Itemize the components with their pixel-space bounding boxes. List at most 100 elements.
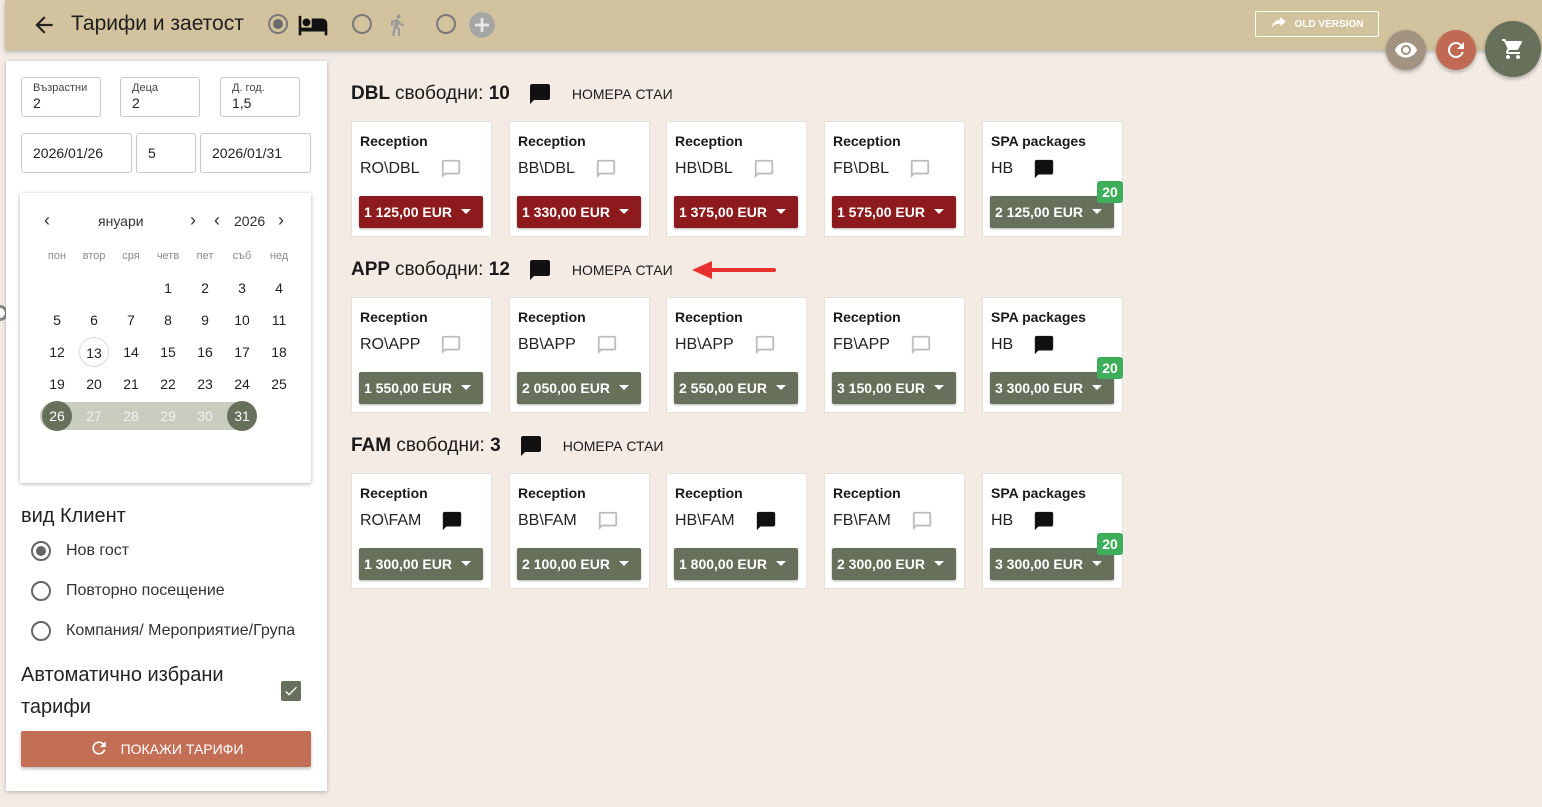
year-label[interactable]: 2026 <box>234 213 265 229</box>
message-outline-icon[interactable] <box>743 158 775 180</box>
calendar-day[interactable]: 28 <box>116 401 146 431</box>
calendar-day[interactable]: 19 <box>42 369 72 399</box>
calendar-day[interactable]: 20 <box>79 369 109 399</box>
calendar-day[interactable]: 10 <box>227 305 257 335</box>
calendar-day[interactable]: 9 <box>190 305 220 335</box>
calendar-day[interactable]: 14 <box>116 337 146 367</box>
calendar-day[interactable]: 2 <box>190 273 220 303</box>
calendar-day[interactable]: 12 <box>42 337 72 367</box>
room-numbers-link[interactable]: НОМЕРА СТАИ <box>572 86 673 102</box>
calendar-day[interactable]: 22 <box>153 369 183 399</box>
cart-icon[interactable] <box>1485 21 1541 77</box>
message-icon[interactable] <box>1023 334 1055 356</box>
price-dropdown-button[interactable]: 1 550,00 EUR <box>359 372 483 404</box>
calendar-day[interactable]: 5 <box>42 305 72 335</box>
tariff-code: HB\APP <box>675 336 734 353</box>
message-icon[interactable] <box>1023 158 1055 180</box>
price-dropdown-button[interactable]: 1 575,00 EUR <box>832 196 956 228</box>
radio-circle[interactable] <box>31 581 51 601</box>
date-to-field[interactable]: 2026/01/31 <box>200 133 311 173</box>
calendar-day[interactable]: 16 <box>190 337 220 367</box>
message-outline-icon[interactable] <box>744 334 776 356</box>
calendar-day[interactable]: 17 <box>227 337 257 367</box>
back-arrow-icon[interactable] <box>31 12 57 38</box>
mode-radio-bed[interactable] <box>268 14 288 34</box>
show-tariffs-button[interactable]: ПОКАЖИ ТАРИФИ <box>21 731 311 767</box>
children-field[interactable]: Деца 2 <box>120 77 200 117</box>
price-dropdown-button[interactable]: 2 050,00 EUR <box>517 372 641 404</box>
price-dropdown-button[interactable]: 1 125,00 EUR <box>359 196 483 228</box>
auto-tariffs-checkbox[interactable] <box>281 681 301 701</box>
calendar-day[interactable]: 11 <box>264 305 294 335</box>
mode-radio-walk[interactable] <box>352 14 372 34</box>
price-dropdown-button[interactable]: 1 300,00 EUR <box>359 548 483 580</box>
room-numbers-link[interactable]: НОМЕРА СТАИ <box>563 438 664 454</box>
adults-field[interactable]: Възрастни 2 <box>21 77 101 117</box>
child-age-field[interactable]: Д. год. 1,5 <box>220 77 300 117</box>
tariff-code: HB <box>991 160 1014 177</box>
tariff-channel: Reception <box>675 133 743 149</box>
radio-circle[interactable] <box>31 541 51 561</box>
mode-radio-add[interactable] <box>436 14 456 34</box>
message-icon[interactable] <box>528 82 552 106</box>
room-numbers-link[interactable]: НОМЕРА СТАИ <box>572 262 673 278</box>
calendar-day[interactable]: 15 <box>153 337 183 367</box>
calendar-day[interactable]: 21 <box>116 369 146 399</box>
price-dropdown-button[interactable]: 3 300,00 EUR <box>990 548 1114 580</box>
message-outline-icon[interactable] <box>587 510 619 532</box>
price-dropdown-button[interactable]: 3 300,00 EUR <box>990 372 1114 404</box>
nights-field[interactable]: 5 <box>136 133 196 173</box>
calendar-day[interactable]: 25 <box>264 369 294 399</box>
price-dropdown-button[interactable]: 2 100,00 EUR <box>517 548 641 580</box>
calendar-day[interactable]: 6 <box>79 305 109 335</box>
price-dropdown-button[interactable]: 1 375,00 EUR <box>674 196 798 228</box>
refresh-icon[interactable] <box>1436 30 1476 70</box>
message-icon[interactable] <box>1023 510 1055 532</box>
month-label[interactable]: януари <box>98 213 144 229</box>
message-icon[interactable] <box>519 434 543 458</box>
prev-year-button[interactable]: ‹ <box>214 210 220 231</box>
calendar-day[interactable]: 24 <box>227 369 257 399</box>
message-outline-icon[interactable] <box>585 158 617 180</box>
client-type-radio[interactable]: Компания/ Мероприятие/Група <box>31 620 295 642</box>
message-outline-icon[interactable] <box>430 334 462 356</box>
calendar-day[interactable]: 13 <box>79 337 109 367</box>
calendar-day[interactable]: 26 <box>42 401 72 431</box>
calendar-day[interactable]: 30 <box>190 401 220 431</box>
calendar-day[interactable]: 3 <box>227 273 257 303</box>
next-month-button[interactable]: › <box>190 210 196 231</box>
prev-month-button[interactable]: ‹ <box>44 210 50 231</box>
price-dropdown-button[interactable]: 2 125,00 EUR <box>990 196 1114 228</box>
message-outline-icon[interactable] <box>899 158 931 180</box>
calendar-day[interactable]: 1 <box>153 273 183 303</box>
calendar-day[interactable]: 27 <box>79 401 109 431</box>
calendar-day[interactable]: 7 <box>116 305 146 335</box>
radio-circle[interactable] <box>31 621 51 641</box>
price-dropdown-button[interactable]: 1 330,00 EUR <box>517 196 641 228</box>
price-dropdown-button[interactable]: 2 300,00 EUR <box>832 548 956 580</box>
client-type-radio[interactable]: Повторно посещение <box>31 580 225 602</box>
next-year-button[interactable]: › <box>278 210 284 231</box>
price-dropdown-button[interactable]: 3 150,00 EUR <box>832 372 956 404</box>
old-version-button[interactable]: OLD VERSION <box>1255 11 1379 37</box>
price-dropdown-button[interactable]: 2 550,00 EUR <box>674 372 798 404</box>
calendar-day[interactable]: 29 <box>153 401 183 431</box>
date-from-field[interactable]: 2026/01/26 <box>21 133 132 173</box>
eye-icon[interactable] <box>1386 30 1426 70</box>
price-dropdown-button[interactable]: 1 800,00 EUR <box>674 548 798 580</box>
count-badge: 20 <box>1097 181 1123 203</box>
calendar-day[interactable]: 8 <box>153 305 183 335</box>
message-outline-icon[interactable] <box>901 510 933 532</box>
calendar-day[interactable]: 4 <box>264 273 294 303</box>
calendar-day[interactable]: 18 <box>264 337 294 367</box>
message-outline-icon[interactable] <box>586 334 618 356</box>
calendar-day[interactable]: 31 <box>227 401 257 431</box>
calendar-day[interactable]: 23 <box>190 369 220 399</box>
message-outline-icon[interactable] <box>430 158 462 180</box>
message-outline-icon[interactable] <box>900 334 932 356</box>
client-type-radio[interactable]: Нов гост <box>31 540 129 562</box>
caret-down-icon <box>1092 561 1102 566</box>
message-icon[interactable] <box>745 510 777 532</box>
message-icon[interactable] <box>431 510 463 532</box>
message-icon[interactable] <box>528 258 552 282</box>
